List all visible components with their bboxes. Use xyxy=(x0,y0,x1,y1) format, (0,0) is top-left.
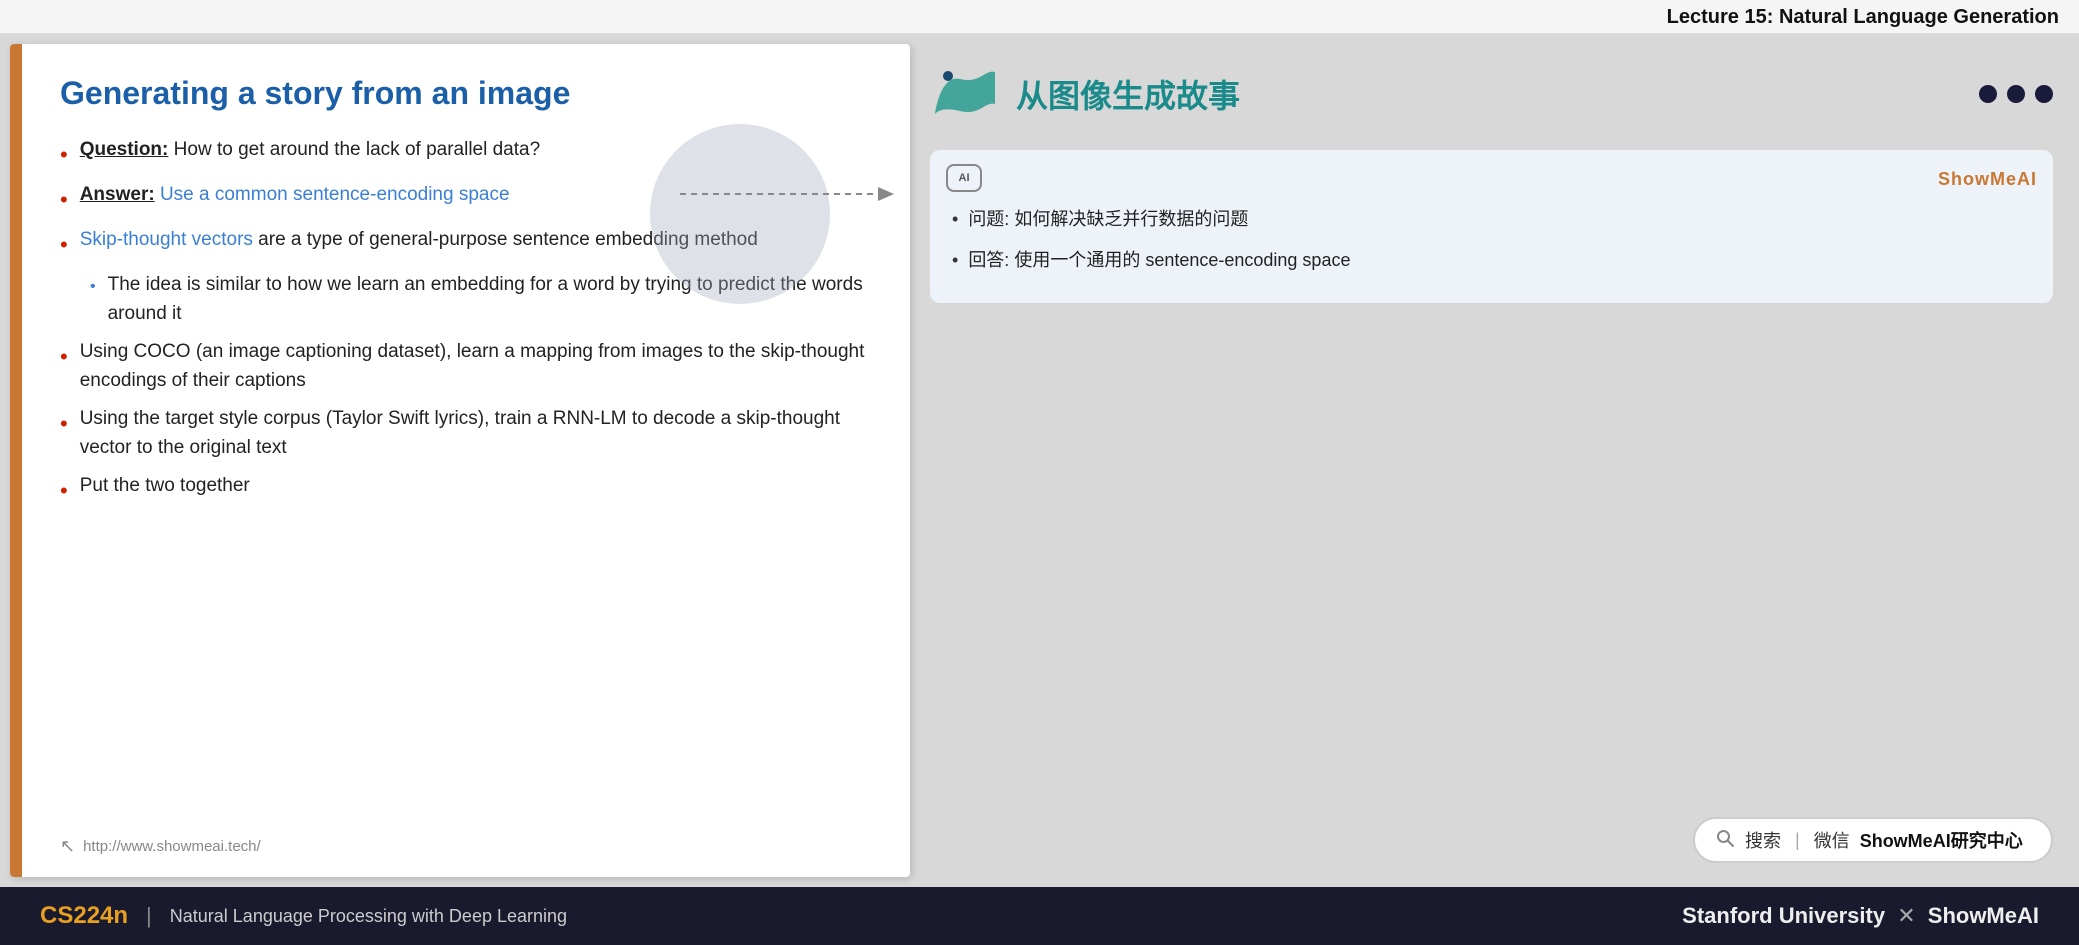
nav-dots xyxy=(1979,85,2053,103)
sub-bullet-dot-1: • xyxy=(90,275,96,299)
translation-content: • 问题: 如何解决缺乏并行数据的问题 • 回答: 使用一个通用的 senten… xyxy=(952,204,2031,275)
slide-panel: Generating a story from an image • Quest… xyxy=(10,44,910,877)
trans-dot-2: • xyxy=(952,245,958,276)
lecture-header: Lecture 15: Natural Language Generation xyxy=(0,0,2079,34)
lecture-title: Lecture 15: Natural Language Generation xyxy=(1667,6,2059,28)
chinese-title: 从图像生成故事 xyxy=(1016,71,1240,117)
bullet-dot-4: • xyxy=(60,340,68,373)
translation-box: AI ShowMeAI • 问题: 如何解决缺乏并行数据的问题 • 回答: 使用… xyxy=(930,150,2053,303)
question-text: How to get around the lack of parallel d… xyxy=(168,139,540,160)
search-text: 搜索 xyxy=(1745,827,1781,853)
bottom-subtitle: Natural Language Processing with Deep Le… xyxy=(170,906,567,927)
slide-title: Generating a story from an image xyxy=(60,74,870,112)
bullet-dot-2: • xyxy=(60,183,68,216)
right-spacer xyxy=(930,319,2053,801)
ai-badge-text: AI xyxy=(959,169,970,188)
trans-dot-1: • xyxy=(952,204,958,235)
circle-decoration xyxy=(650,124,830,304)
bullet-dot-6: • xyxy=(60,474,68,507)
bottom-bar: CS224n | Natural Language Processing wit… xyxy=(0,887,2079,945)
bullet-dot-3: • xyxy=(60,228,68,261)
trans-bullet-1: • 问题: 如何解决缺乏并行数据的问题 xyxy=(952,204,2031,235)
nav-dot-1[interactable] xyxy=(1979,85,1997,103)
trans-text-2: 回答: 使用一个通用的 sentence-encoding space xyxy=(968,245,1350,276)
bullet-item-5: • Using the target style corpus (Taylor … xyxy=(60,405,870,462)
cursor-icon: ↖ xyxy=(60,836,75,857)
wave-svg xyxy=(930,64,1000,124)
showmeai-brand-badge: ShowMeAI xyxy=(1938,164,2037,195)
ai-badge: AI xyxy=(946,164,982,192)
slide-footer: ↖ http://www.showmeai.tech/ xyxy=(60,836,870,857)
right-panel: 从图像生成故事 AI ShowMeAI • 问题: 如何解决缺乏并行数据的问题 xyxy=(920,44,2069,877)
footer-url: http://www.showmeai.tech/ xyxy=(83,838,261,855)
bullet-dot-5: • xyxy=(60,407,68,440)
question-label: Question: xyxy=(80,139,169,160)
bottom-left: CS224n | Natural Language Processing wit… xyxy=(40,902,567,930)
chinese-title-box: 从图像生成故事 xyxy=(930,54,2053,130)
bottom-bar-divider: | xyxy=(146,903,152,929)
trans-bullet-2: • 回答: 使用一个通用的 sentence-encoding space xyxy=(952,245,2031,276)
search-divider: | xyxy=(1795,830,1800,851)
skip-thought-text: Skip-thought vectors xyxy=(80,229,253,250)
answer-text: Use a common sentence-encoding space xyxy=(155,184,510,205)
search-input-box[interactable]: 搜索 | 微信 ShowMeAI研究中心 xyxy=(1693,817,2053,863)
bullet-item-6: • Put the two together xyxy=(60,472,870,507)
search-icon xyxy=(1715,828,1735,853)
nav-dot-3[interactable] xyxy=(2035,85,2053,103)
cs224n-label: CS224n xyxy=(40,902,128,930)
trans-text-1: 问题: 如何解决缺乏并行数据的问题 xyxy=(968,204,1248,235)
content-area: Generating a story from an image • Quest… xyxy=(0,34,2079,887)
bullet-text-4: Using COCO (an image captioning dataset)… xyxy=(80,338,870,395)
search-label: 微信 xyxy=(1814,827,1850,853)
bullet-text-5: Using the target style corpus (Taylor Sw… xyxy=(80,405,870,462)
stanford-text: Stanford University xyxy=(1682,903,1885,928)
bottom-right: Stanford University ✕ ShowMeAI xyxy=(1682,903,2039,929)
answer-label: Answer: xyxy=(80,184,155,205)
search-bar-container: 搜索 | 微信 ShowMeAI研究中心 xyxy=(930,817,2053,867)
bullet-text-6: Put the two together xyxy=(80,472,870,501)
page-wrapper: Lecture 15: Natural Language Generation … xyxy=(0,0,2079,945)
search-brand: ShowMeAI研究中心 xyxy=(1860,827,2023,853)
x-divider: ✕ xyxy=(1897,903,1922,928)
showmeai-footer: ShowMeAI xyxy=(1928,903,2039,928)
wave-icon xyxy=(930,64,1000,124)
nav-dot-2[interactable] xyxy=(2007,85,2025,103)
bullet-item-4: • Using COCO (an image captioning datase… xyxy=(60,338,870,395)
bullet-dot-1: • xyxy=(60,138,68,171)
